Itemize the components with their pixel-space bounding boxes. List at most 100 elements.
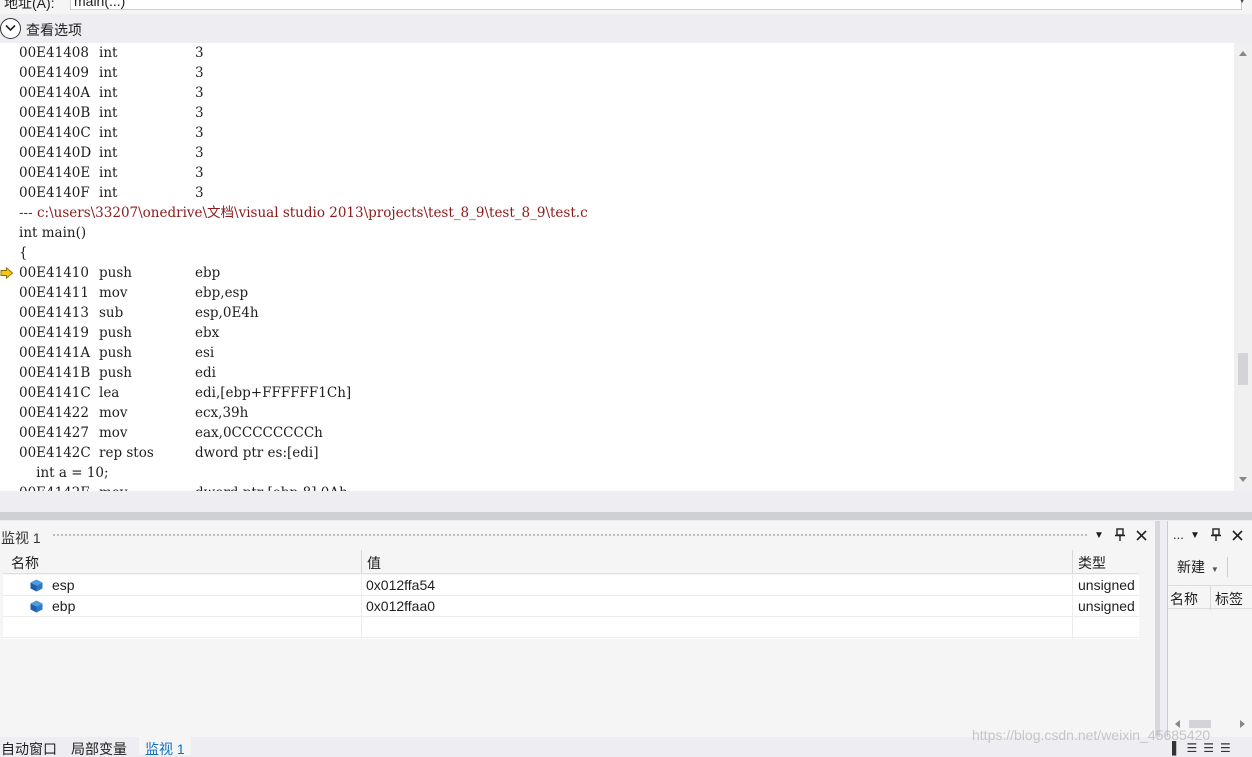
instruction-mnemonic: mov: [99, 425, 128, 441]
instruction-line[interactable]: 00E4140C int 3: [0, 123, 1232, 143]
instruction-operands: edi,[ebp+FFFFFF1Ch]: [195, 385, 352, 401]
instruction-operands: ebx: [195, 325, 220, 341]
instruction-mnemonic: int: [99, 85, 118, 101]
source-code-line[interactable]: {: [0, 243, 1232, 263]
instruction-line[interactable]: 00E41409 int 3: [0, 63, 1232, 83]
instruction-operands: ebp,esp: [195, 285, 249, 301]
scrollbar-thumb[interactable]: [1238, 353, 1248, 385]
instruction-address: 00E4140A: [19, 85, 91, 101]
column-header-name[interactable]: 名称: [1170, 589, 1198, 609]
disassembly-scrollbar[interactable]: [1234, 43, 1252, 491]
instruction-address: 00E4140D: [19, 145, 92, 161]
column-header-value[interactable]: 值: [367, 553, 381, 573]
instruction-address: 00E4140E: [19, 165, 91, 181]
instruction-line[interactable]: 00E4141A push esi: [0, 343, 1232, 363]
instruction-line[interactable]: 00E4140B int 3: [0, 103, 1232, 123]
instruction-line[interactable]: 00E4141B push edi: [0, 363, 1232, 383]
dropdown-menu-icon[interactable]: ▼: [1094, 530, 1104, 541]
address-bar: 地址(A): main(...) ▼: [0, 0, 1252, 14]
instruction-mnemonic: int: [99, 65, 118, 81]
column-divider[interactable]: [361, 550, 362, 574]
instruction-line[interactable]: 00E4141C lea edi,[ebp+FFFFFF1Ch]: [0, 383, 1232, 403]
close-icon[interactable]: [1136, 530, 1147, 541]
current-instruction-line[interactable]: 00E41410 push ebp: [0, 263, 1232, 283]
splitter-band[interactable]: [0, 512, 1252, 520]
column-header-type[interactable]: 类型: [1078, 553, 1106, 573]
instruction-operands: ebp: [195, 265, 221, 281]
instruction-mnemonic: mov: [99, 405, 128, 421]
scroll-up-arrow-icon[interactable]: [1239, 51, 1247, 56]
watch-header-row: 名称 值 类型: [3, 550, 1139, 574]
toolbar-separator: [1227, 557, 1228, 577]
instruction-line[interactable]: 00E4140A int 3: [0, 83, 1232, 103]
tab-watch-1[interactable]: 监视 1: [139, 737, 191, 757]
tab-auto-window[interactable]: 自动窗口: [1, 739, 57, 757]
tab-icon[interactable]: ☰: [1203, 741, 1220, 755]
watch-title: 监视 1: [1, 530, 41, 546]
drag-grip[interactable]: [52, 533, 1088, 538]
instruction-line[interactable]: 00E41422 mov ecx,39h: [0, 403, 1232, 423]
instruction-operands: 3: [195, 105, 204, 121]
scroll-down-arrow-icon[interactable]: [1239, 477, 1247, 482]
column-header-name[interactable]: 名称: [11, 553, 39, 573]
instruction-pointer-arrow-icon: [0, 267, 14, 279]
source-file-line[interactable]: --- c:\users\33207\onedrive\文档\visual st…: [0, 203, 1232, 223]
instruction-line[interactable]: 00E41411 mov ebp,esp: [0, 283, 1232, 303]
instruction-address: 00E41413: [19, 305, 89, 321]
tab-icon[interactable]: ☰: [1187, 741, 1204, 755]
dropdown-menu-icon[interactable]: ▼: [1190, 530, 1200, 541]
column-divider[interactable]: [1210, 586, 1211, 610]
new-button[interactable]: 新建 ▼: [1177, 557, 1219, 577]
scroll-right-arrow-icon[interactable]: [1240, 720, 1245, 728]
side-panel: ... ▼ 新建 ▼ 名称 标签: [1167, 521, 1252, 737]
instruction-address: 00E4141A: [19, 345, 91, 361]
instruction-address: 00E4140C: [19, 125, 91, 141]
expand-toggle-button[interactable]: [0, 18, 21, 39]
instruction-line[interactable]: 00E4140D int 3: [0, 143, 1232, 163]
instruction-mnemonic: push: [99, 265, 132, 281]
instruction-address: 00E41427: [19, 425, 89, 441]
watch-name-cell[interactable]: esp: [52, 577, 75, 593]
watch-row[interactable]: esp 0x012ffa54 unsigned: [3, 575, 1139, 596]
disassembly-pane[interactable]: 00E41408 int 3 00E41409 int 3 00E4140A int 3 00E4…: [0, 43, 1252, 491]
tab-icon[interactable]: ▌: [1172, 741, 1187, 755]
pane-splitter[interactable]: [0, 491, 1252, 520]
tab-locals[interactable]: 局部变量: [71, 739, 127, 757]
instruction-line[interactable]: 00E41408 int 3: [0, 43, 1232, 63]
pin-icon[interactable]: [1210, 528, 1222, 542]
chevron-down-icon[interactable]: ▼: [1238, 0, 1246, 5]
instruction-line[interactable]: 00E41413 sub esp,0E4h: [0, 303, 1232, 323]
pin-icon[interactable]: [1114, 528, 1126, 542]
instruction-mnemonic: mov: [99, 483, 128, 491]
instruction-line[interactable]: 00E4142E mov dword ptr [ebp-8],0Ah: [0, 483, 1232, 491]
watch-scrollbar[interactable]: [1155, 521, 1160, 737]
source-code-line[interactable]: int main(): [0, 223, 1232, 243]
source-code-line[interactable]: int a = 10;: [0, 463, 1232, 483]
watch-value-cell[interactable]: 0x012ffa54: [366, 577, 435, 593]
instruction-line[interactable]: 00E4140E int 3: [0, 163, 1232, 183]
watch-row[interactable]: ebp 0x012ffaa0 unsigned: [3, 596, 1139, 617]
watch-titlebar: 监视 1 ▼: [0, 521, 1160, 549]
instruction-mnemonic: rep stos: [99, 445, 154, 461]
instruction-mnemonic: push: [99, 325, 132, 341]
column-divider[interactable]: [1072, 550, 1073, 574]
chevron-down-icon: ▼: [1210, 565, 1219, 574]
instruction-line[interactable]: 00E41419 push ebx: [0, 323, 1232, 343]
tab-icon[interactable]: ☰: [1220, 741, 1237, 755]
side-panel-title: ...: [1173, 527, 1184, 542]
close-icon[interactable]: [1232, 530, 1243, 541]
instruction-mnemonic: int: [99, 145, 118, 161]
variable-icon: [30, 579, 43, 592]
instruction-mnemonic: push: [99, 365, 132, 381]
column-header-tag[interactable]: 标签: [1215, 589, 1243, 609]
watch-value-cell[interactable]: 0x012ffaa0: [366, 598, 435, 614]
watch-name-cell[interactable]: ebp: [52, 598, 75, 614]
instruction-line[interactable]: 00E4140F int 3: [0, 183, 1232, 203]
watch-empty-row[interactable]: [3, 617, 1139, 638]
instruction-line[interactable]: 00E4142C rep stos dword ptr es:[edi]: [0, 443, 1232, 463]
instruction-mnemonic: push: [99, 345, 132, 361]
instruction-operands: 3: [195, 65, 204, 81]
address-input[interactable]: main(...): [70, 0, 1242, 10]
instruction-line[interactable]: 00E41427 mov eax,0CCCCCCCCh: [0, 423, 1232, 443]
instruction-mnemonic: int: [99, 185, 118, 201]
